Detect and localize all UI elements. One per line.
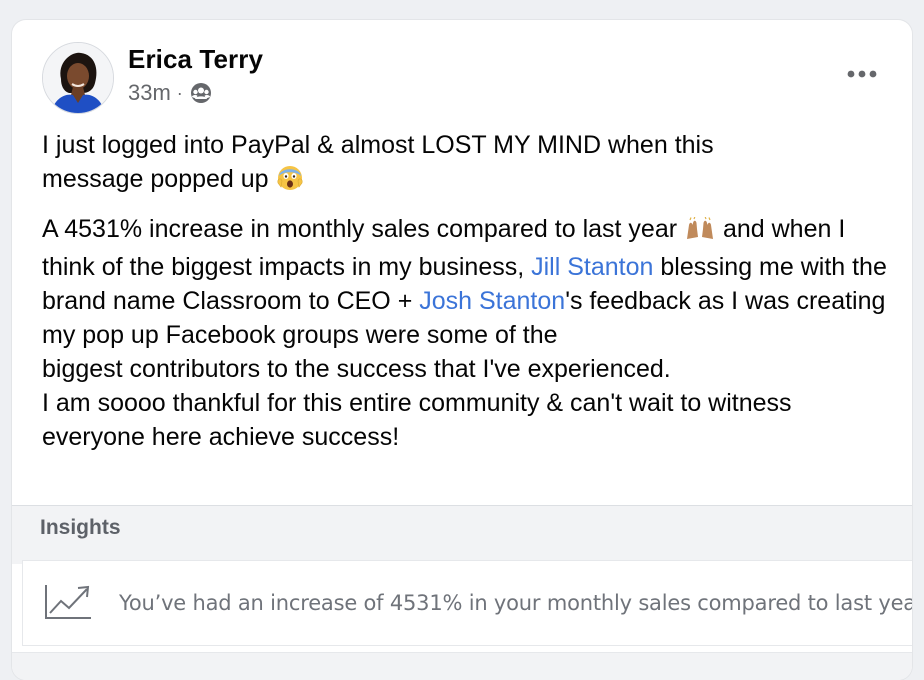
insights-title: Insights <box>40 516 121 539</box>
avatar-image <box>43 43 113 113</box>
bottom-divider <box>12 652 912 680</box>
post-text-line-1: I just logged into PayPal & almost LOST … <box>42 131 714 159</box>
post-time[interactable]: 33m <box>128 80 171 106</box>
more-horizontal-icon <box>847 70 877 78</box>
author-name[interactable]: Erica Terry <box>128 44 263 75</box>
meta-separator: · <box>176 82 183 103</box>
post-paragraph-2: A 4531% increase in monthly sales compar… <box>42 212 892 454</box>
post-card: Erica Terry 33m · I just logged into Pay… <box>12 20 912 680</box>
avatar[interactable] <box>42 42 114 114</box>
trend-up-icon <box>43 581 93 626</box>
insights-header: Insights <box>12 505 912 564</box>
group-icon <box>189 81 213 105</box>
mention-jill-stanton[interactable]: Jill Stanton <box>531 253 653 281</box>
post-meta: 33m · <box>128 80 213 106</box>
mention-josh-stanton[interactable]: Josh Stanton <box>419 287 565 315</box>
post-body: I just logged into PayPal & almost LOST … <box>42 128 892 454</box>
more-options-button[interactable] <box>844 60 880 88</box>
post-text-2e: biggest contributors to the success that… <box>42 355 671 383</box>
insight-text: You’ve had an increase of 4531% in your … <box>119 591 912 615</box>
insight-card[interactable]: You’ve had an increase of 4531% in your … <box>22 560 912 646</box>
scream-emoji <box>276 163 304 200</box>
post-paragraph-1: I just logged into PayPal & almost LOST … <box>42 128 892 200</box>
post-text-line-2: message popped up <box>42 165 269 193</box>
raised-hands-emoji <box>684 216 716 250</box>
post-text-2f: I am soooo thankful for this entire comm… <box>42 389 792 451</box>
post-text-2a: A 4531% increase in monthly sales compar… <box>42 215 678 243</box>
